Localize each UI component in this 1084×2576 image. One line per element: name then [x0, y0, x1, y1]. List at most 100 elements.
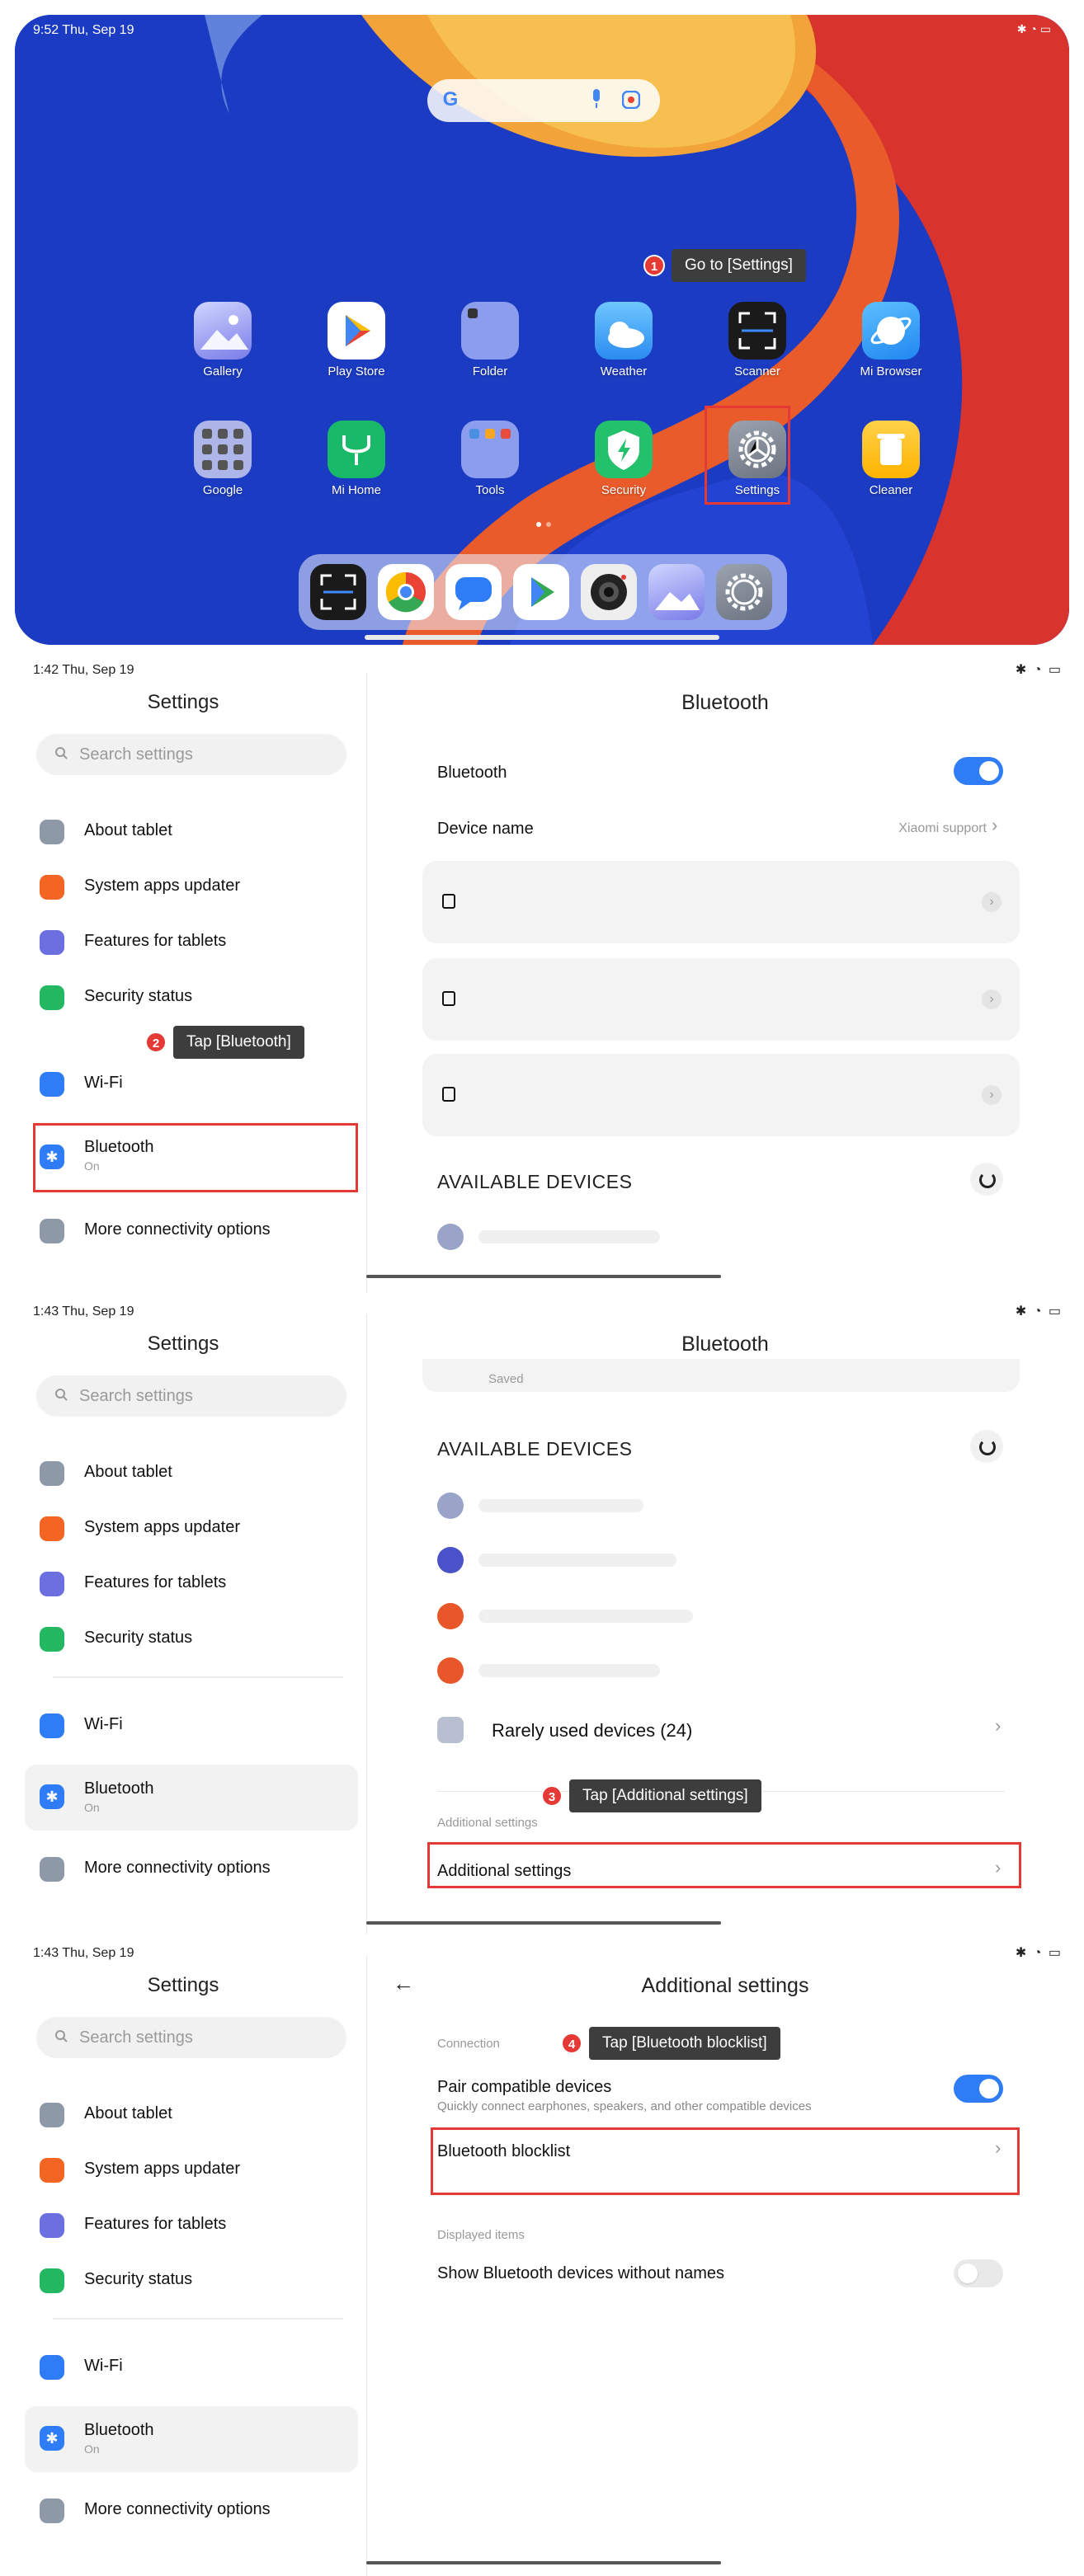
tablet-icon [40, 2103, 64, 2127]
sidebar-item-label: Wi-Fi [84, 1074, 123, 1092]
sidebar-item-bluetooth[interactable]: ✱ Bluetooth On [25, 1765, 358, 1831]
status-time: 1:43 Thu, Sep 19 [33, 1304, 134, 1319]
sidebar-item-wifi[interactable]: Wi-Fi [25, 1697, 358, 1751]
step-number: 1 [643, 255, 665, 276]
pair-compatible-toggle[interactable] [954, 2075, 1003, 2103]
pair-compatible-description: Quickly connect earphones, speakers, and… [437, 2099, 812, 2113]
sidebar-item-security[interactable]: Security status [25, 2252, 358, 2306]
search-input[interactable]: Search settings [36, 2017, 346, 2058]
sidebar-item-about[interactable]: About tablet [25, 2086, 358, 2141]
page-title: Bluetooth [681, 691, 769, 714]
app-play-store[interactable]: Play Store [307, 302, 406, 378]
app-weather[interactable]: Weather [574, 302, 673, 378]
google-search-bar[interactable]: G [427, 79, 660, 122]
mic-icon[interactable] [591, 89, 602, 109]
sidebar-item-updater[interactable]: System apps updater [25, 1500, 358, 1554]
sidebar-item-label: More connectivity options [84, 1859, 271, 1877]
step-text: Tap [Bluetooth blocklist] [589, 2027, 780, 2060]
home-gesture-bar[interactable] [365, 635, 719, 640]
app-gallery[interactable]: Gallery [173, 302, 272, 378]
step-1-callout: 1 Go to [Settings] [643, 249, 806, 282]
sidebar-item-security[interactable]: Security status [25, 1610, 358, 1665]
sidebar-item-features[interactable]: Features for tablets [25, 2197, 358, 2251]
home-gesture-bar[interactable] [366, 2561, 721, 2564]
dock-settings-icon[interactable] [716, 564, 772, 620]
sidebar-item-wifi[interactable]: Wi-Fi [25, 1055, 358, 1110]
paired-device-card[interactable]: › [422, 1054, 1020, 1136]
sidebar-item-more-connectivity[interactable]: More connectivity options [25, 2482, 358, 2536]
sidebar-item-about[interactable]: About tablet [25, 803, 358, 858]
lens-icon[interactable] [622, 91, 640, 109]
search-input[interactable]: Search settings [36, 1375, 346, 1417]
app-scanner[interactable]: Scanner [708, 302, 807, 378]
sidebar-separator [53, 2318, 343, 2320]
app-tools[interactable]: Tools [441, 421, 540, 497]
highlight-bluetooth [33, 1123, 358, 1192]
mi-home-icon [328, 421, 385, 478]
rarely-used-label[interactable]: Rarely used devices (24) [492, 1720, 692, 1742]
home-gesture-bar[interactable] [366, 1921, 721, 1925]
app-mi-home[interactable]: Mi Home [307, 421, 406, 497]
app-label: Weather [600, 364, 648, 378]
sidebar-separator [53, 1676, 343, 1678]
device-name-label[interactable]: Device name [437, 820, 534, 839]
sidebar-item-bluetooth[interactable]: ✱ Bluetooth On [25, 2406, 358, 2472]
page-title: Additional settings [641, 1974, 809, 1997]
sidebar-item-features[interactable]: Features for tablets [25, 1555, 358, 1610]
paired-device-card[interactable]: › [422, 861, 1020, 943]
sidebar-item-label: Bluetooth [84, 2421, 154, 2439]
device-name-blurred [478, 1230, 660, 1243]
sidebar-item-security[interactable]: Security status [25, 969, 358, 1023]
saved-label: Saved [488, 1372, 524, 1386]
bluetooth-toggle[interactable] [954, 757, 1003, 785]
shield-icon [40, 985, 64, 1010]
device-icon[interactable] [437, 1603, 464, 1629]
app-cleaner[interactable]: Cleaner [841, 421, 940, 497]
link-icon [40, 1857, 64, 1882]
app-security[interactable]: Security [574, 421, 673, 497]
link-icon [40, 1219, 64, 1243]
dock-gallery-icon[interactable] [648, 564, 705, 620]
step-number: 2 [145, 1032, 167, 1053]
sidebar-item-features[interactable]: Features for tablets [25, 914, 358, 968]
dock-scanner-icon[interactable] [310, 564, 366, 620]
sidebar-item-about[interactable]: About tablet [25, 1445, 358, 1499]
pane-divider [366, 673, 367, 1293]
sidebar-item-updater[interactable]: System apps updater [25, 858, 358, 913]
step-3-callout: 3 Tap [Additional settings] [541, 1779, 761, 1812]
search-input[interactable]: Search settings [36, 734, 346, 775]
sidebar-item-label: Security status [84, 987, 193, 1005]
sidebar-item-updater[interactable]: System apps updater [25, 2141, 358, 2196]
refresh-icon[interactable] [970, 1430, 1003, 1463]
dock-camera-icon[interactable] [581, 564, 637, 620]
status-icons: ✱ ◔ ▭ [1015, 1946, 1063, 1960]
device-icon[interactable] [437, 1657, 464, 1684]
app-label: Tools [475, 483, 505, 497]
chevron-right-icon: › [982, 990, 1002, 1009]
device-name-value: Xiaomi support [898, 821, 987, 835]
page-indicator-dot [536, 522, 541, 527]
app-label: Play Store [328, 364, 385, 378]
sidebar-item-wifi[interactable]: Wi-Fi [25, 2339, 358, 2393]
refresh-icon[interactable] [970, 1163, 1003, 1196]
show-unnamed-devices-toggle[interactable] [954, 2259, 1003, 2287]
wifi-icon [40, 1713, 64, 1738]
dock-chrome-icon[interactable] [378, 564, 434, 620]
device-name-blurred [478, 1610, 693, 1623]
security-icon [595, 421, 653, 478]
home-gesture-bar[interactable] [366, 1275, 721, 1278]
app-folder[interactable]: Folder [441, 302, 540, 378]
app-google[interactable]: Google [173, 421, 272, 497]
watch-device-icon[interactable] [437, 1547, 464, 1573]
sidebar-item-more-connectivity[interactable]: More connectivity options [25, 1840, 358, 1895]
sidebar-item-label: Wi-Fi [84, 2357, 123, 2375]
sidebar-item-more-connectivity[interactable]: More connectivity options [25, 1202, 358, 1257]
dock-messages-icon[interactable] [445, 564, 502, 620]
sidebar-item-label: System apps updater [84, 2160, 240, 2178]
paired-device-card[interactable]: › [422, 958, 1020, 1041]
bluetooth-device-icon[interactable] [437, 1492, 464, 1519]
bluetooth-device-icon[interactable] [437, 1224, 464, 1250]
dock-play-icon[interactable] [513, 564, 569, 620]
app-mi-browser[interactable]: Mi Browser [841, 302, 940, 378]
status-icons: ✱ ◔ ▭ [1015, 1304, 1063, 1319]
